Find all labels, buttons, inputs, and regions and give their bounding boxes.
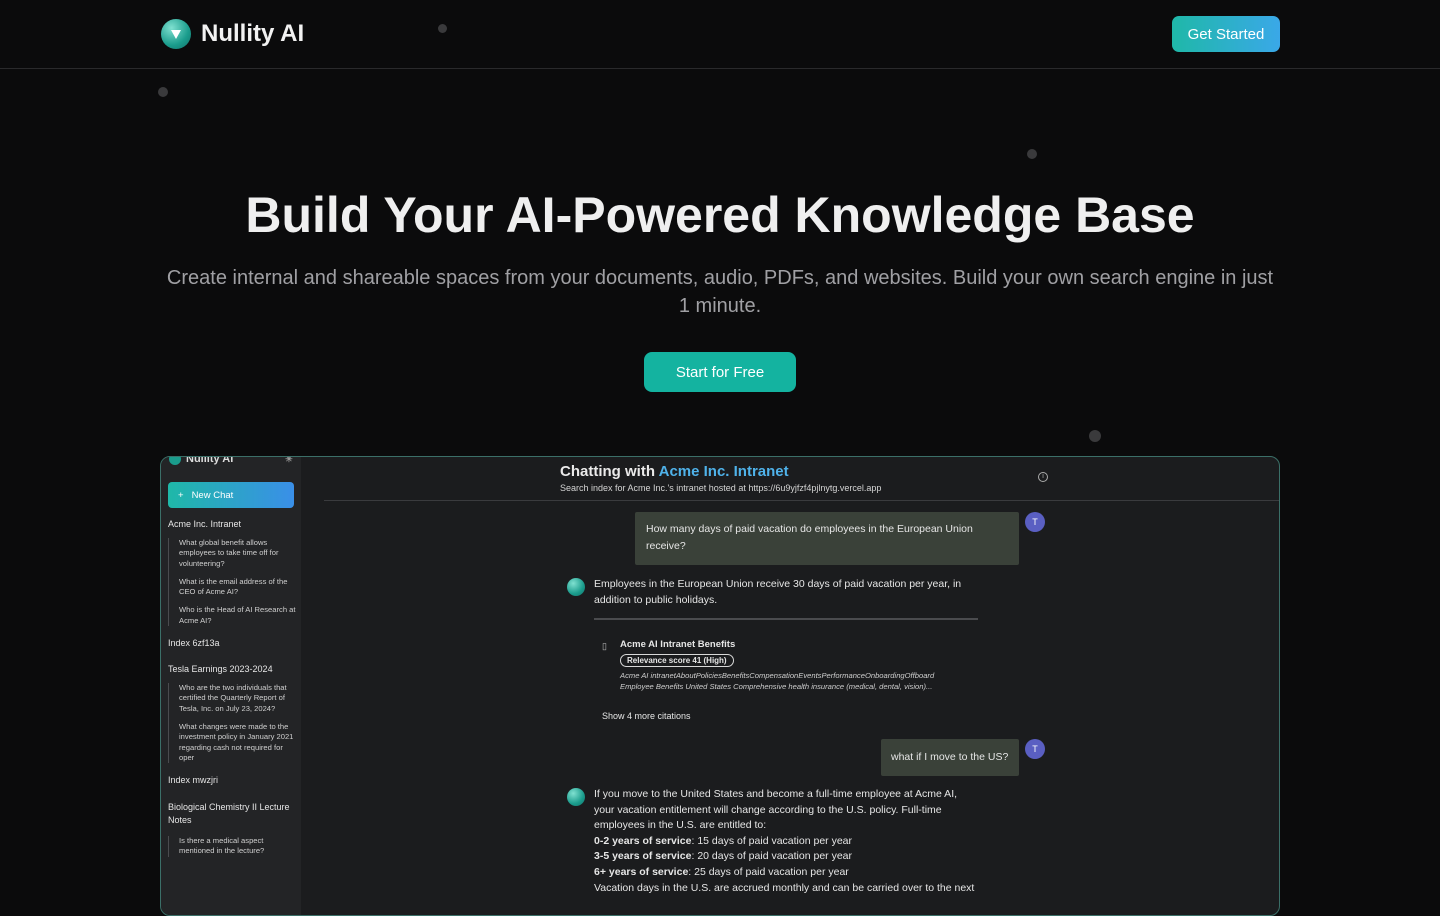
list-item[interactable]: Is there a medical aspect mentioned in t… bbox=[179, 836, 296, 857]
show-more-citations-button[interactable]: Show 4 more citations bbox=[602, 711, 691, 721]
chat-title-accent: Acme Inc. Intranet bbox=[658, 463, 789, 480]
bullet-text: : 25 days of paid vacation per year bbox=[688, 865, 849, 878]
user-message: How many days of paid vacation do employ… bbox=[635, 512, 1019, 565]
app-preview: Nullity AI ☀ + New Chat Acme Inc. Intran… bbox=[160, 456, 1280, 916]
assistant-message-line: addition to public holidays. bbox=[594, 593, 718, 606]
bullet-label: 6+ years of service bbox=[594, 865, 689, 878]
assistant-message-line: Vacation days in the U.S. are accrued mo… bbox=[594, 881, 975, 894]
chat-subtitle: Search index for Acme Inc.'s intranet ho… bbox=[560, 483, 882, 493]
bullet-text: : 20 days of paid vacation per year bbox=[691, 850, 852, 863]
citation-snippet-line: Employee Benefits United States Comprehe… bbox=[620, 681, 933, 691]
user-message: what if I move to the US? bbox=[881, 739, 1019, 776]
divider bbox=[324, 500, 1279, 501]
user-avatar: T bbox=[1025, 739, 1045, 759]
sidebar-section-title[interactable]: Index 6zf13a bbox=[168, 638, 296, 648]
plus-icon: + bbox=[178, 489, 184, 501]
decorative-dot bbox=[1027, 149, 1037, 159]
assistant-bullet: 0-2 years of service: 15 days of paid va… bbox=[594, 834, 974, 850]
new-chat-button[interactable]: + New Chat bbox=[168, 482, 294, 508]
hero-subtitle: Create internal and shareable spaces fro… bbox=[166, 267, 1274, 317]
theme-toggle-icon[interactable]: ☀ bbox=[285, 457, 293, 465]
list-item[interactable]: What is the email address of the CEO of … bbox=[179, 577, 296, 598]
assistant-avatar-icon bbox=[567, 578, 585, 596]
chat-title-prefix: Chatting with bbox=[560, 463, 655, 480]
list-item[interactable]: What changes were made to the investment… bbox=[179, 722, 296, 763]
sidebar-section-title[interactable]: Tesla Earnings 2023-2024 bbox=[168, 664, 296, 674]
citation-divider bbox=[594, 618, 978, 620]
user-avatar: T bbox=[1025, 512, 1045, 532]
decorative-dot bbox=[158, 87, 168, 97]
brand-name: Nullity AI bbox=[201, 20, 305, 47]
sidebar-section-title[interactable]: Biological Chemistry II Lecture Notes bbox=[168, 801, 296, 827]
sidebar-section-title[interactable]: Acme Inc. Intranet bbox=[168, 519, 296, 529]
start-free-button[interactable]: Start for Free bbox=[644, 352, 796, 392]
sidebar-section-items: Who are the two individuals that certifi… bbox=[168, 683, 296, 764]
new-chat-label: New Chat bbox=[191, 489, 234, 501]
user-message-line: what if I move to the US? bbox=[891, 751, 1009, 763]
assistant-message-line: If you move to the United States and bec… bbox=[594, 788, 958, 800]
document-icon: ▯ bbox=[602, 641, 607, 651]
relevance-badge: Relevance score 41 (High) bbox=[620, 654, 734, 667]
nullity-logo-icon bbox=[169, 457, 181, 465]
assistant-message-line: employees in the U.S. are entitled to: bbox=[594, 819, 767, 832]
assistant-message-line: your vacation entitlement will change ac… bbox=[594, 803, 942, 816]
brand[interactable]: Nullity AI bbox=[161, 19, 304, 49]
assistant-avatar-icon bbox=[567, 788, 585, 806]
sidebar-section-items: Is there a medical aspect mentioned in t… bbox=[168, 836, 296, 857]
sidebar-sections: Acme Inc. Intranet What global benefit a… bbox=[168, 519, 296, 869]
bullet-label: 0-2 years of service bbox=[594, 834, 692, 847]
sidebar-section-items: What global benefit allows employees to … bbox=[168, 538, 296, 627]
sidebar: Nullity AI ☀ + New Chat Acme Inc. Intran… bbox=[161, 457, 301, 915]
sidebar-section-title[interactable]: Index mwzjri bbox=[168, 775, 296, 785]
user-message-line: How many days of paid vacation do employ… bbox=[646, 523, 973, 535]
bullet-label: 3-5 years of service bbox=[594, 850, 692, 863]
decorative-dot bbox=[1089, 430, 1101, 442]
hero-title: Build Your AI-Powered Knowledge Base bbox=[245, 187, 1195, 243]
chat-title: Chatting with Acme Inc. Intranet bbox=[560, 463, 789, 480]
citation-title[interactable]: Acme AI Intranet Benefits bbox=[620, 639, 735, 650]
assistant-message-line: Employees in the European Union receive … bbox=[594, 578, 962, 590]
citation-snippet-line: Acme AI intranetAboutPoliciesBenefitsCom… bbox=[620, 671, 935, 680]
citation-snippet: Acme AI intranetAboutPoliciesBenefitsCom… bbox=[620, 671, 980, 693]
list-item[interactable]: Who are the two individuals that certifi… bbox=[179, 683, 296, 714]
user-message-line: receive? bbox=[646, 540, 686, 552]
assistant-message: If you move to the United States and bec… bbox=[594, 787, 974, 896]
info-icon[interactable]: i bbox=[1038, 472, 1048, 482]
list-item[interactable]: What global benefit allows employees to … bbox=[179, 538, 296, 569]
bullet-text: : 15 days of paid vacation per year bbox=[691, 834, 852, 847]
assistant-message: Employees in the European Union receive … bbox=[594, 577, 961, 608]
nullity-logo-icon bbox=[161, 19, 191, 49]
assistant-bullet: 3-5 years of service: 20 days of paid va… bbox=[594, 849, 974, 865]
sidebar-brand: Nullity AI bbox=[186, 456, 234, 465]
get-started-button[interactable]: Get Started bbox=[1172, 16, 1280, 52]
assistant-bullet: 6+ years of service: 25 days of paid vac… bbox=[594, 865, 974, 881]
top-nav: Nullity AI Get Started bbox=[0, 0, 1440, 69]
list-item[interactable]: Who is the Head of AI Research at Acme A… bbox=[179, 605, 296, 626]
sidebar-header: Nullity AI ☀ bbox=[169, 456, 293, 465]
